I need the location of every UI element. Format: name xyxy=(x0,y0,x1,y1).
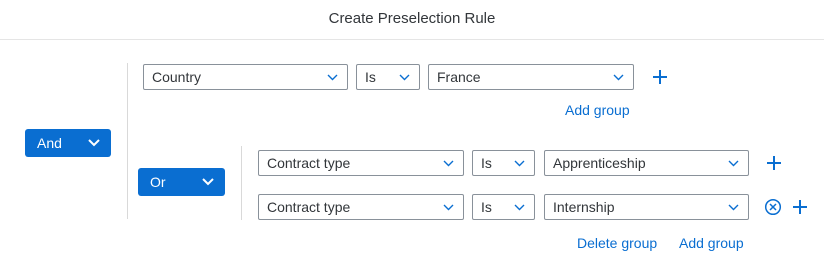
page-title: Create Preselection Rule xyxy=(328,10,496,27)
contract-type-value-select[interactable]: Internship xyxy=(544,194,749,220)
chevron-down-icon xyxy=(202,178,214,186)
chevron-down-icon xyxy=(443,160,454,166)
add-group-link[interactable]: Add group xyxy=(565,102,630,118)
contract-type-field-select[interactable]: Contract type xyxy=(258,194,464,220)
chevron-down-icon xyxy=(514,204,525,210)
chevron-down-icon xyxy=(443,204,454,210)
plus-icon[interactable] xyxy=(765,154,783,172)
chevron-down-icon xyxy=(399,74,410,80)
root-group-bracket xyxy=(127,63,128,219)
contract-type-value-select[interactable]: Apprenticeship xyxy=(544,150,749,176)
chevron-down-icon xyxy=(728,160,739,166)
operator-select-value: Is xyxy=(481,155,492,171)
chevron-down-icon xyxy=(88,139,100,147)
value-select-value: Internship xyxy=(553,199,615,215)
root-operator-label: And xyxy=(37,135,62,151)
chevron-down-icon xyxy=(327,74,338,80)
country-field-select[interactable]: Country xyxy=(143,64,348,90)
value-select-value: Apprenticeship xyxy=(553,155,646,171)
circle-x-icon[interactable] xyxy=(764,198,782,216)
chevron-down-icon xyxy=(514,160,525,166)
delete-group-link[interactable]: Delete group xyxy=(577,235,657,251)
value-select-value: France xyxy=(437,69,481,85)
add-group-link[interactable]: Add group xyxy=(679,235,744,251)
operator-select-value: Is xyxy=(481,199,492,215)
plus-icon[interactable] xyxy=(651,68,669,86)
chevron-down-icon xyxy=(728,204,739,210)
chevron-down-icon xyxy=(613,74,624,80)
field-select-value: Country xyxy=(152,69,202,85)
nested-group-bracket xyxy=(241,146,242,220)
root-operator-select[interactable]: And xyxy=(25,129,111,157)
country-value-select[interactable]: France xyxy=(428,64,634,90)
field-select-value: Contract type xyxy=(267,155,351,171)
contract-type-operator-select[interactable]: Is xyxy=(472,194,535,220)
country-operator-select[interactable]: Is xyxy=(356,64,420,90)
field-select-value: Contract type xyxy=(267,199,351,215)
preselection-rule-dialog: Create Preselection Rule And Country Is … xyxy=(0,0,824,267)
plus-icon[interactable] xyxy=(791,198,809,216)
contract-type-field-select[interactable]: Contract type xyxy=(258,150,464,176)
operator-select-value: Is xyxy=(365,69,376,85)
header-divider xyxy=(0,39,824,40)
contract-type-operator-select[interactable]: Is xyxy=(472,150,535,176)
group-operator-select[interactable]: Or xyxy=(138,168,225,196)
group-operator-label: Or xyxy=(150,174,166,190)
